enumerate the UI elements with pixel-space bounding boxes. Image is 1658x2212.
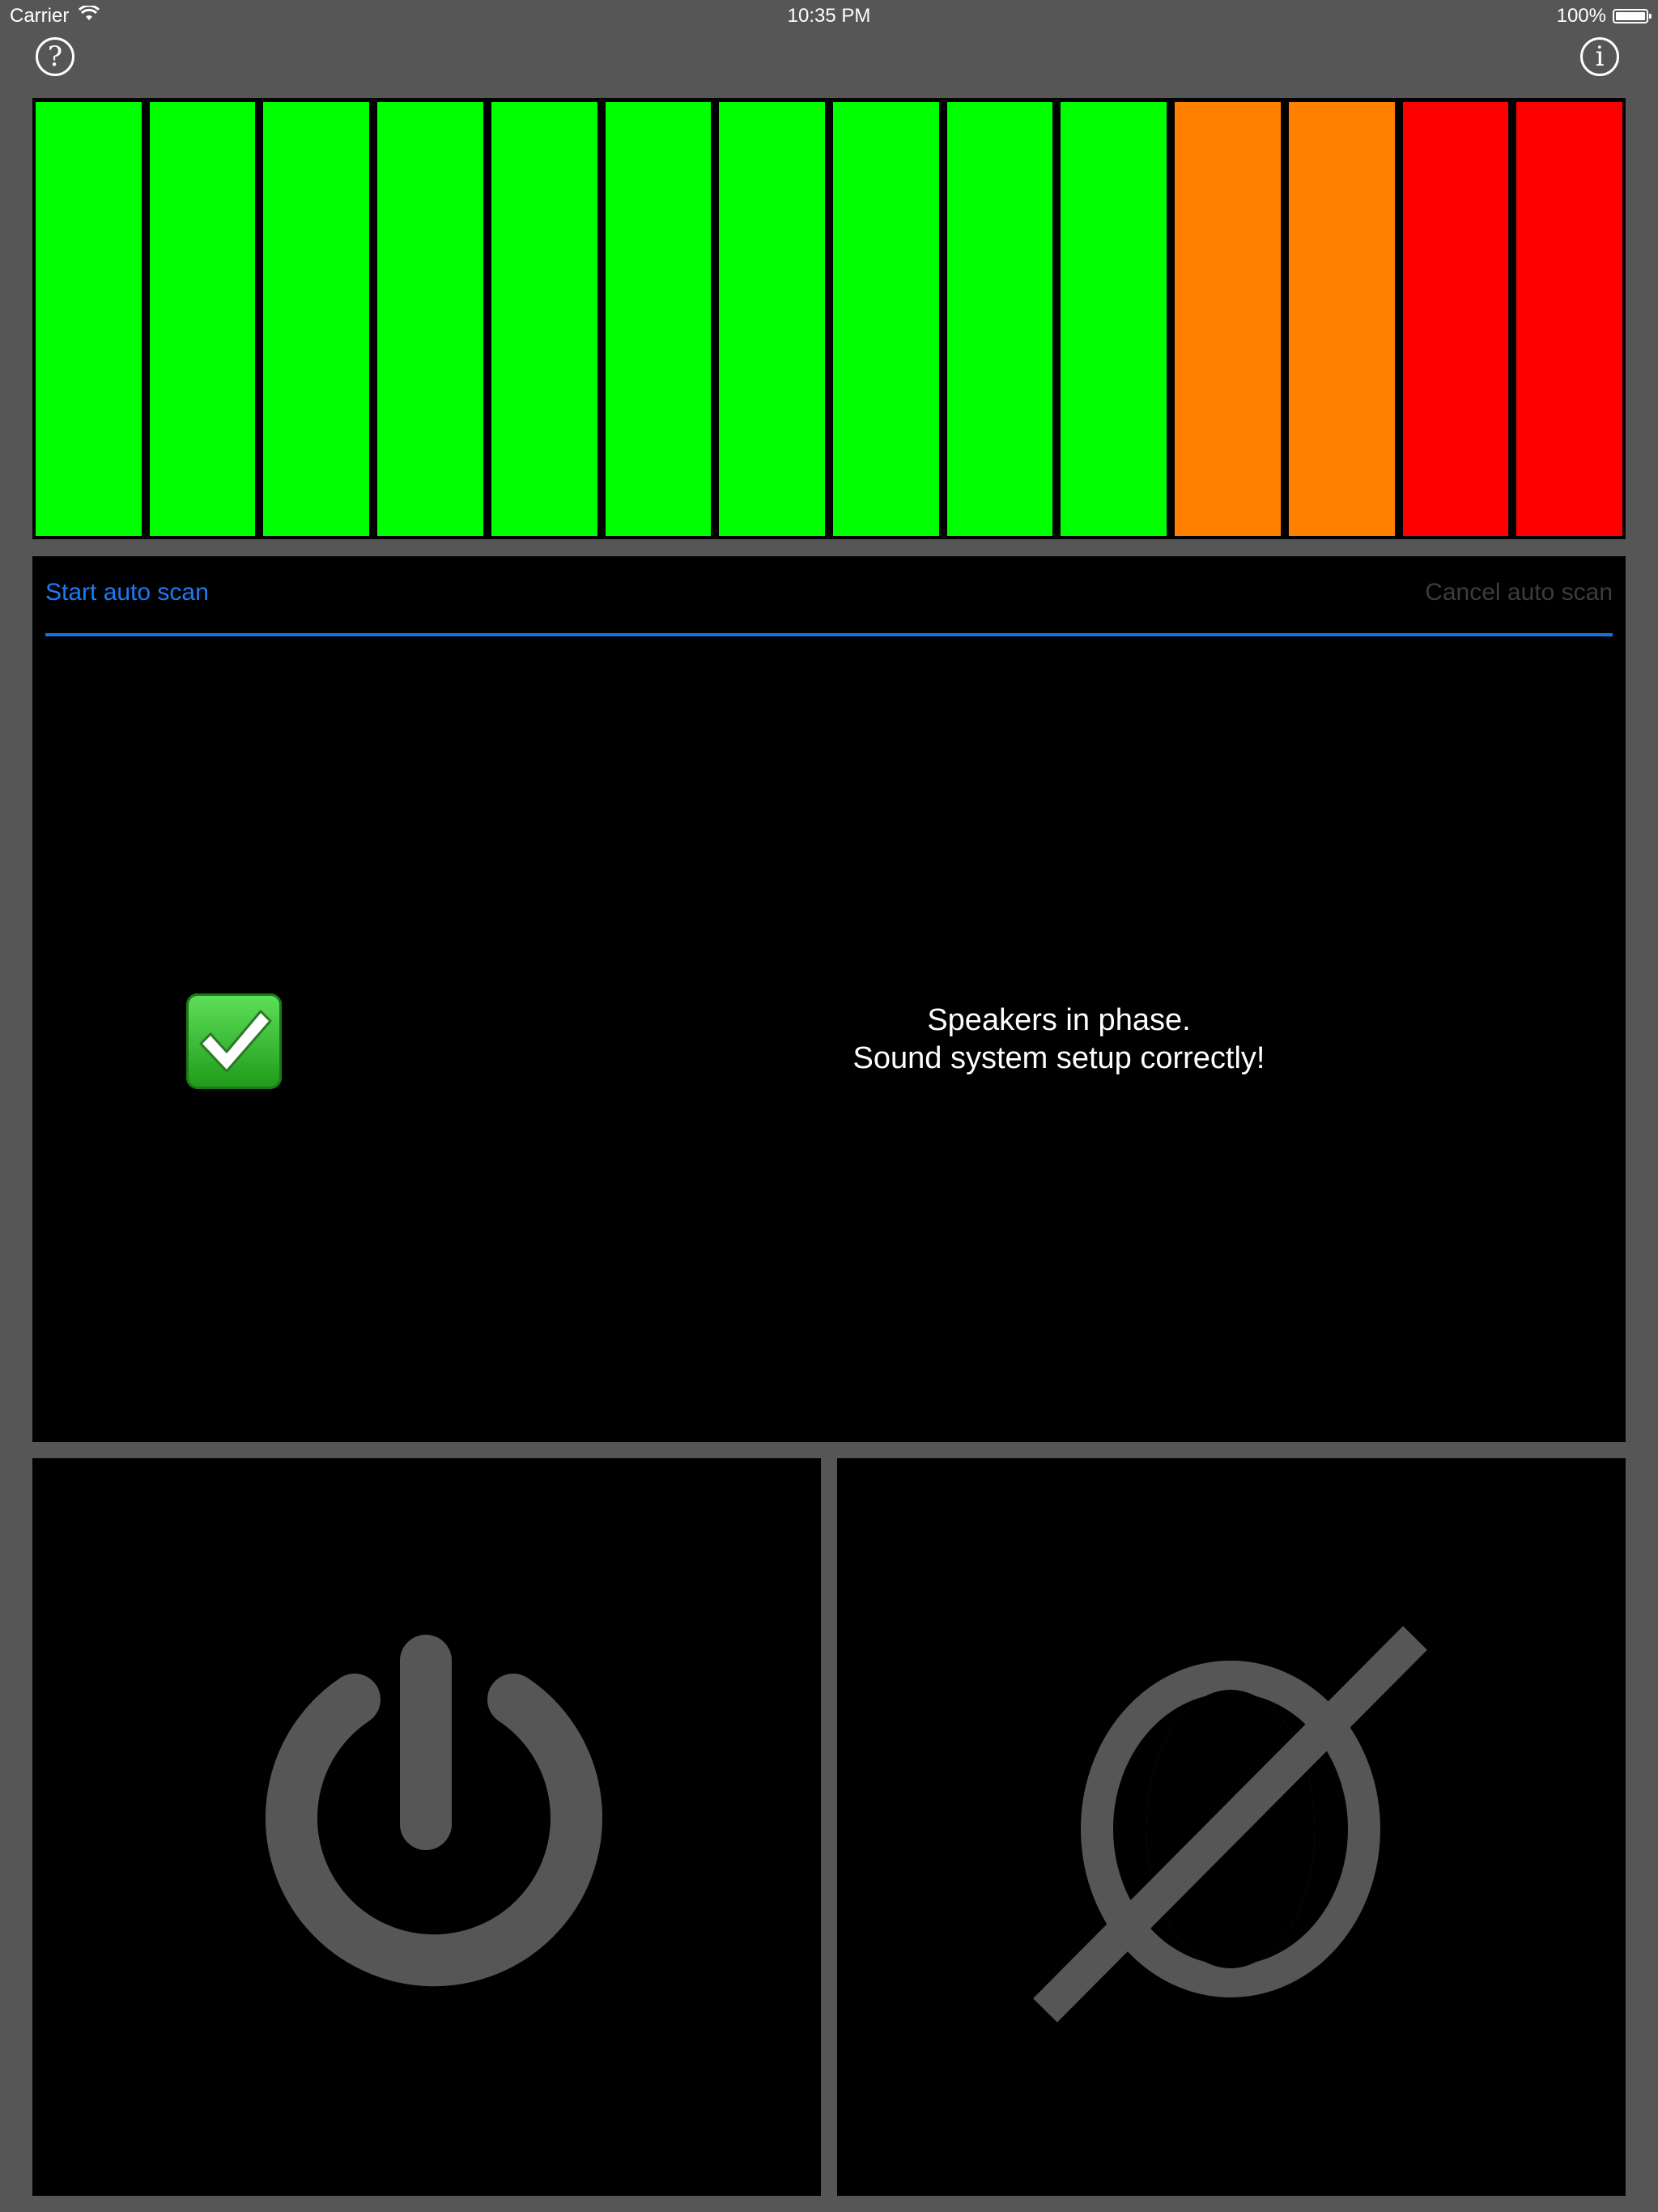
result-message: Speakers in phase. Sound system setup co… (599, 1002, 1519, 1078)
meter-segment (491, 102, 597, 536)
phase-invert-icon (1033, 1626, 1427, 2023)
level-meter (32, 98, 1626, 539)
result-line-1: Speakers in phase. (927, 1003, 1191, 1037)
result-line-2: Sound system setup correctly! (852, 1041, 1265, 1075)
meter-segment (833, 102, 939, 536)
scan-panel: Start auto scan Cancel auto scan Speaker… (32, 556, 1626, 1442)
meter-segment (377, 102, 483, 536)
meter-segment (1061, 102, 1167, 536)
meter-segment (719, 102, 826, 536)
check-mark-icon (186, 993, 282, 1089)
battery-icon (1613, 9, 1652, 23)
meter-segment (149, 102, 256, 536)
info-circle-icon: i (1595, 40, 1605, 73)
phase-invert-button[interactable] (837, 1458, 1626, 2196)
scan-progress-bar (45, 633, 1613, 636)
meter-segment (946, 102, 1053, 536)
meter-segment (1288, 102, 1395, 536)
cancel-auto-scan-button[interactable]: Cancel auto scan (1425, 579, 1613, 606)
clock: 10:35 PM (787, 5, 871, 27)
battery-status: 100% (1556, 5, 1652, 28)
meter-segment (36, 102, 142, 536)
meter-segment (1516, 102, 1623, 536)
power-button[interactable] (32, 1458, 821, 2196)
start-auto-scan-button[interactable]: Start auto scan (45, 579, 209, 606)
info-button[interactable]: i (1580, 37, 1619, 76)
meter-segment (1402, 102, 1509, 536)
meter-segment (605, 102, 712, 536)
power-icon (266, 1635, 602, 1987)
question-circle-icon: ? (47, 40, 63, 73)
scan-progress-fill (45, 633, 1613, 636)
meter-segment (263, 102, 370, 536)
meter-segment (1175, 102, 1281, 536)
battery-percent: 100% (1556, 5, 1606, 27)
help-button[interactable]: ? (36, 37, 74, 76)
status-bar: Carrier 10:35 PM 100% (0, 0, 1658, 32)
